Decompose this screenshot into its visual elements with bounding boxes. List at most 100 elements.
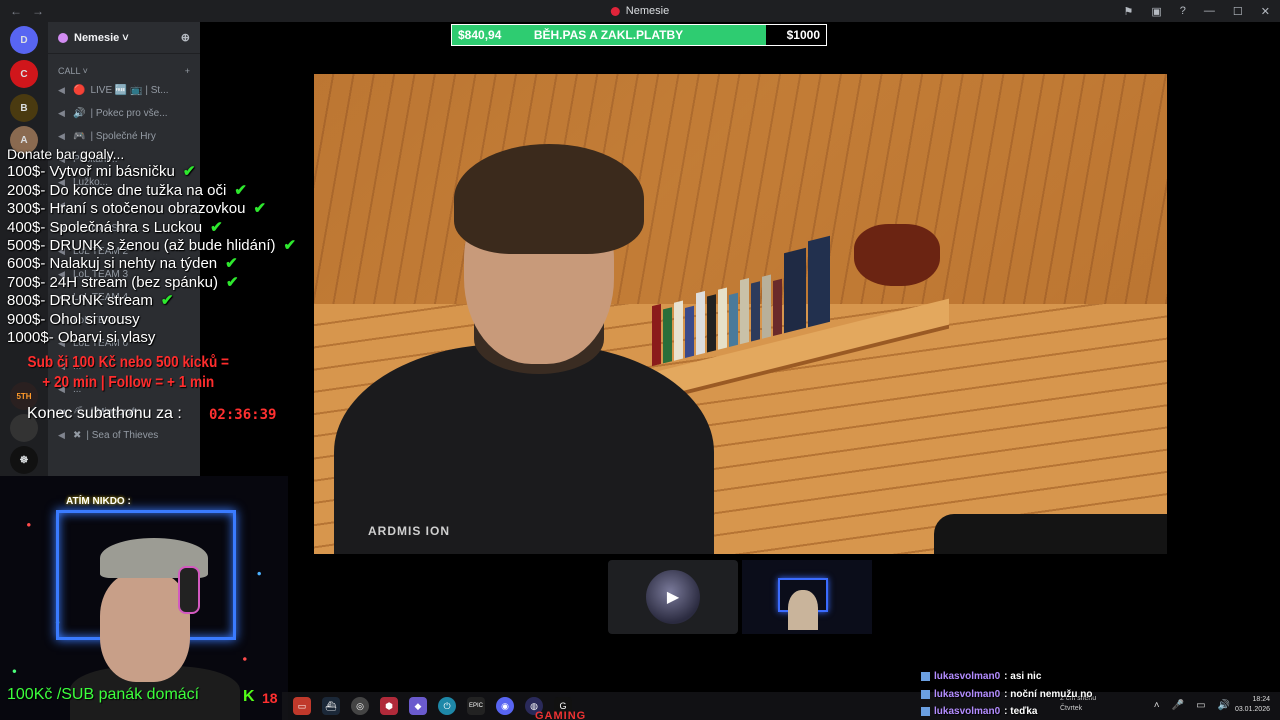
main-video-feed[interactable]: ARDMIS ION	[314, 74, 1167, 554]
channel-label: | Sea of Thieves	[86, 430, 159, 441]
taskbar-app-icon[interactable]: ▭	[293, 697, 311, 715]
clock-time: 18:24	[1252, 696, 1270, 703]
stream-screen: ← → Nemesie ⚑ ▣ ? — ☐ ✕ D C B A 5TH ☸ Ne…	[0, 0, 1280, 720]
check-icon: ✔	[225, 255, 238, 273]
speaker-icon: ◀	[58, 430, 65, 440]
check-icon: ✔	[160, 292, 174, 310]
chat-message: lukasvolman0: asi nic	[921, 668, 1092, 686]
kick-badge-icon	[921, 672, 930, 682]
chevron-up-icon[interactable]: ˄	[1154, 700, 1160, 711]
channel-item-sea-of-thieves[interactable]: ◀ ✖ | Sea of Thieves	[48, 424, 200, 447]
taskbar: ▭ ⛴ ◎ ⬢ ◆ ⏻ EPIC ◉ ◍ G GAMING 2 cm sněhu…	[282, 692, 1280, 720]
participant-tile[interactable]: ▶	[608, 560, 738, 634]
obs-icon[interactable]: ◎	[351, 697, 369, 715]
goal-item: 600$- Nalakuj si nehty na týden ✔	[7, 255, 238, 273]
app-dot-icon	[610, 6, 620, 16]
check-icon: ✔	[283, 237, 297, 255]
speaker-icon: ◀	[58, 108, 65, 118]
couch	[934, 514, 1167, 554]
chat-text: : asi nic	[1004, 671, 1042, 682]
subathon-timer: 02:36:39	[209, 407, 277, 423]
subathon-rule-line: Sub či 100 Kč nebo 500 kicků =	[27, 354, 229, 371]
goal-item: 700$- 24H stream (bez spánku) ✔	[7, 273, 239, 291]
channel-label: | Společné Hry	[90, 131, 156, 142]
kick-icon: K	[243, 688, 255, 705]
steam-icon[interactable]: ⛴	[322, 697, 340, 715]
kick-badge-icon	[921, 689, 930, 699]
chat-message: lukasvolman0: teďka	[921, 703, 1092, 720]
channel-emoji: 🔊	[73, 108, 86, 119]
system-tray: ˄ 🎤 ▭ 🔊	[1154, 700, 1230, 711]
subathon-rules: Sub či 100 Kč nebo 500 kicků = + 20 min …	[22, 353, 235, 393]
camera-icon: ▶	[666, 589, 680, 606]
kick-badge-icon	[921, 707, 930, 717]
forward-arrow-icon[interactable]: →	[32, 4, 44, 18]
channel-category[interactable]: CALL ˅ +	[48, 54, 200, 79]
participant-tile-video[interactable]	[742, 560, 872, 634]
system-clock[interactable]: 18:24 03.01.2026	[1235, 695, 1270, 715]
back-arrow-icon[interactable]: ←	[10, 4, 22, 18]
server-icon[interactable]: C	[10, 60, 38, 88]
channel-label: | Pokec pro vše...	[90, 108, 168, 119]
clay-bowl	[854, 224, 940, 286]
guild-name: Nemesie ˅	[74, 31, 129, 44]
chat-message: lukasvolman0: noční nemužu no	[921, 686, 1092, 704]
webcam-person-face	[100, 572, 190, 682]
add-member-icon[interactable]: ⊕	[181, 31, 190, 44]
cross-icon: ✖	[73, 430, 82, 441]
channel-emoji: 🎮	[73, 131, 86, 142]
monitor-icon[interactable]: ▭	[1196, 700, 1205, 711]
add-channel-icon[interactable]: +	[185, 66, 190, 76]
volume-icon[interactable]: 🔊	[1218, 700, 1230, 711]
goal-item: 800$- DRUNK stream ✔	[7, 292, 174, 310]
goal-item: 200$- Do konce dne tužka na oči ✔	[7, 181, 247, 199]
taskbar-app-icon[interactable]: ◆	[409, 697, 427, 715]
window-title-text: Nemesie	[625, 5, 670, 17]
epic-games-icon[interactable]: EPIC	[467, 697, 485, 715]
help-icon[interactable]: ?	[1180, 5, 1186, 17]
chat-text: : noční nemužu no	[1004, 688, 1093, 700]
goal-item: 1000$- Obarvi si vlasy	[7, 329, 156, 347]
donate-bar: $840,94 BĚH.PAS A ZAKL.PLATBY $1000	[451, 24, 827, 46]
goal-item: 100$- Vytvoř mi básničku ✔	[7, 163, 196, 181]
goal-item: 400$- Společná hra s Luckou ✔	[7, 218, 223, 236]
channel-label: LIVE 🆓 📺 | St...	[90, 85, 169, 96]
discord-home-icon[interactable]: D	[10, 26, 38, 54]
goal-item: 300$- Hraní s otočenou obrazovkou ✔	[7, 200, 267, 218]
guild-header[interactable]: Nemesie ˅ ⊕	[48, 22, 200, 54]
speaker-icon: ◀	[58, 131, 65, 141]
gaming-logo: GAMING	[535, 710, 587, 720]
subathon-timer-label: Konec subathonu za :	[27, 405, 182, 422]
donate-goals-list: Donate bar goaly... 100$- Vytvoř mi básn…	[7, 145, 296, 347]
check-icon: ✔	[253, 200, 267, 218]
server-icon[interactable]: B	[10, 94, 38, 122]
check-icon: ✔	[234, 181, 247, 199]
close-button[interactable]: ✕	[1261, 5, 1270, 18]
chat-text: : teďka	[1004, 706, 1038, 717]
chat-overlay: lukasvolman0: asi nic lukasvolman0: nočn…	[921, 668, 1092, 720]
server-icon[interactable]: ☸	[10, 446, 38, 474]
donate-label: BĚH.PAS A ZAKL.PLATBY	[533, 28, 684, 42]
minimize-button[interactable]: —	[1204, 5, 1215, 17]
window-title: Nemesie	[610, 5, 670, 17]
taskbar-app-icon[interactable]: ⬢	[380, 697, 398, 715]
screen-icon[interactable]: ▣	[1151, 5, 1161, 18]
microphone-icon[interactable]: 🎤	[1172, 700, 1184, 711]
chat-username: lukasvolman0	[934, 706, 1001, 717]
check-icon: ✔	[225, 273, 239, 291]
discord-icon[interactable]: ◉	[496, 697, 514, 715]
title-bar: ← → Nemesie ⚑ ▣ ? — ☐ ✕	[0, 0, 1280, 22]
power-icon[interactable]: ⏻	[438, 697, 456, 715]
category-label: CALL ˅	[58, 66, 88, 76]
chat-username: lukasvolman0	[934, 671, 1001, 682]
kick-viewer-count: 18	[262, 690, 278, 706]
channel-item[interactable]: ◀ 🔴 LIVE 🆓 📺 | St...	[48, 79, 200, 102]
clock-date: 03.01.2026	[1234, 706, 1270, 713]
speaker-icon: ◀	[58, 85, 65, 95]
goals-title: Donate bar goaly...	[7, 146, 125, 162]
inbox-icon[interactable]: ⚑	[1124, 5, 1134, 18]
maximize-button[interactable]: ☐	[1233, 5, 1243, 18]
goal-item: 900$- Ohol si vousy	[7, 310, 140, 328]
channel-item[interactable]: ◀ 🔊 | Pokec pro vše...	[48, 102, 200, 125]
headphones-icon	[178, 566, 200, 614]
